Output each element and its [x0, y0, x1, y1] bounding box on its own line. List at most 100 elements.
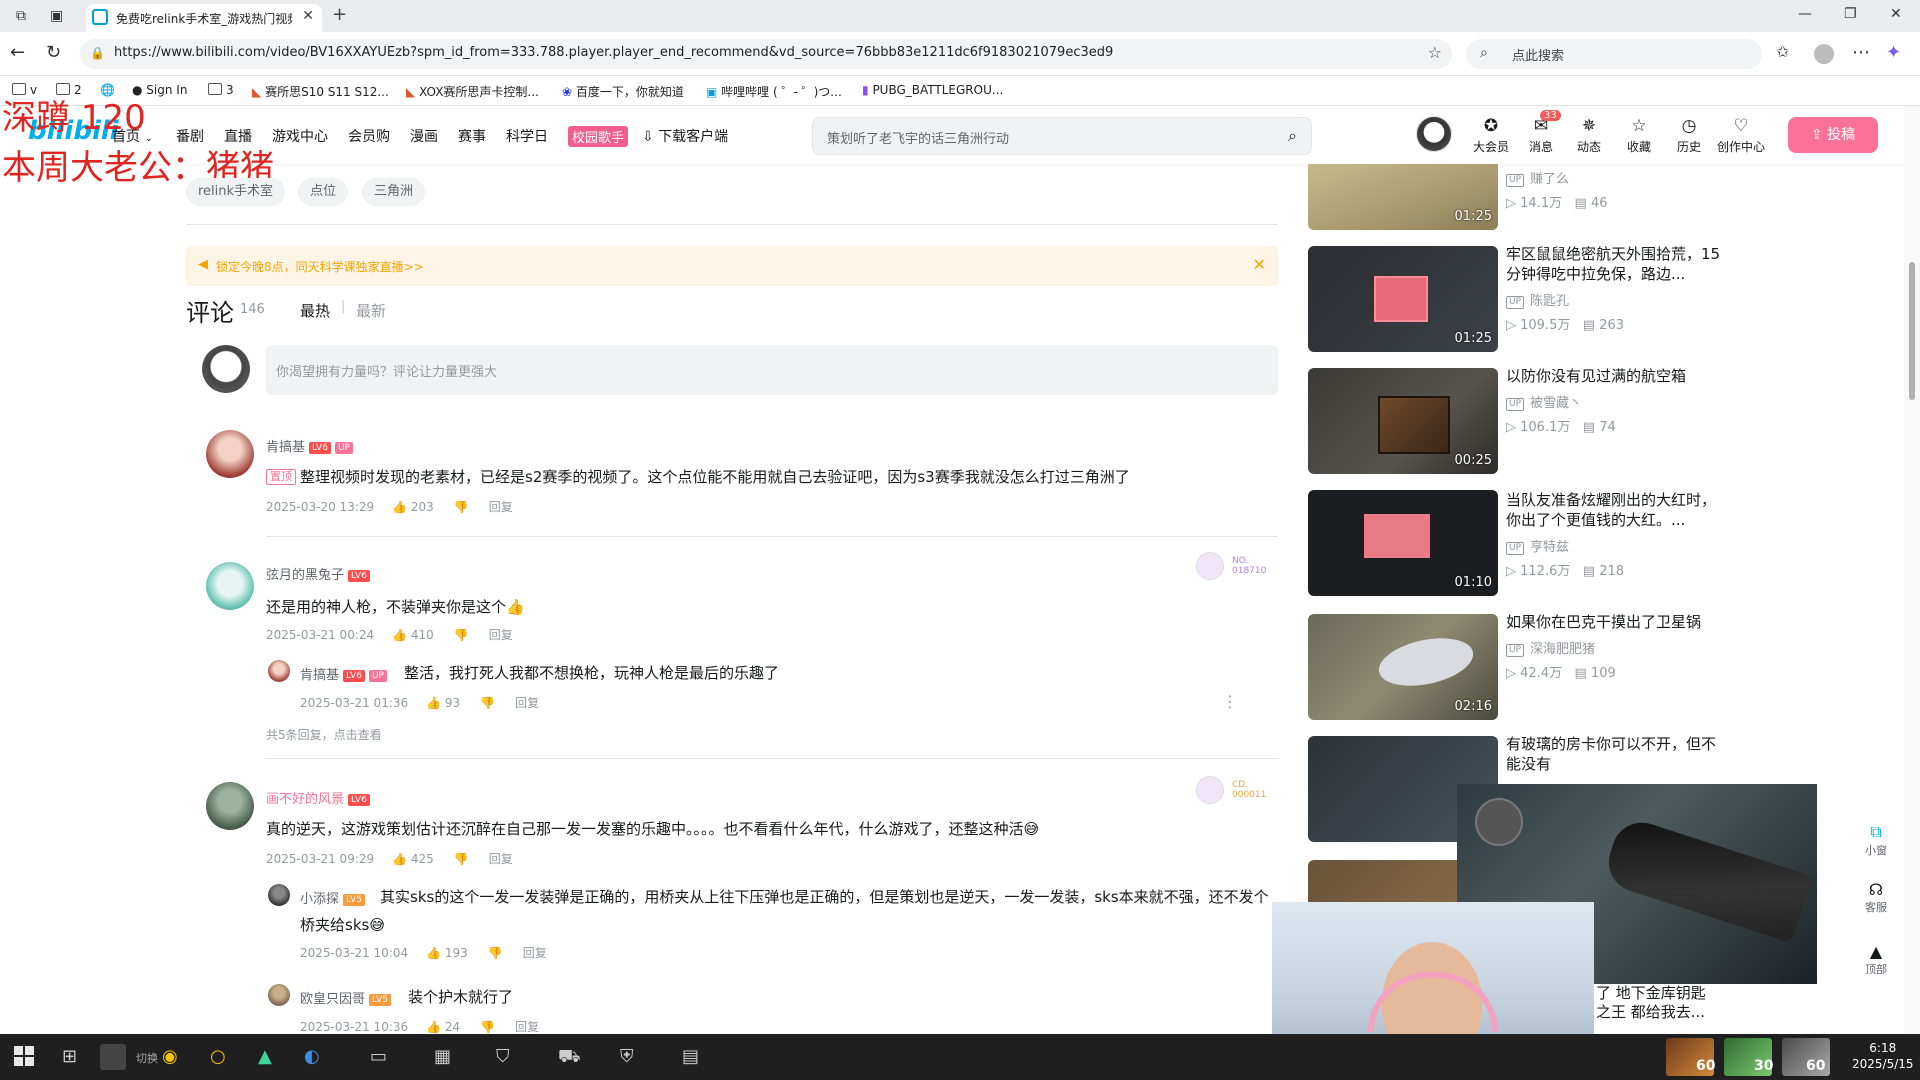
rec-uploader[interactable]: UP 深海肥肥猪	[1506, 638, 1595, 657]
like-button[interactable]: 👍 93	[426, 696, 460, 710]
reply-username[interactable]: 欧皇只因哥 LV5	[300, 988, 391, 1007]
notice-text[interactable]: 锁定今晚8点，同天科学课独家直播>>	[216, 258, 424, 275]
sort-new[interactable]: 最新	[356, 300, 386, 321]
rec-title[interactable]: 牢区鼠鼠绝密航天外围拾荒，15分钟得吃中拉免保，路边...	[1506, 244, 1724, 284]
nav-game-center[interactable]: 游戏中心	[272, 126, 328, 146]
tag-relink[interactable]: relink手术室	[186, 178, 286, 206]
reply-username[interactable]: 肯搞基 LV6 UP	[300, 664, 387, 683]
browser-tab-active[interactable]: 免费吃relink手术室_游戏热门视频 ✕	[86, 4, 322, 32]
taskbar-switch-label[interactable]: 切换	[136, 1050, 158, 1066]
rec-thumbnail[interactable]: 01:25	[1308, 164, 1498, 230]
comment-username[interactable]: 弦月的黑兔子 LV6	[266, 564, 370, 583]
nav-vip-shop[interactable]: 会员购	[348, 126, 390, 146]
taskbar-app-icon[interactable]: ○	[210, 1046, 226, 1067]
user-avatar[interactable]	[1416, 116, 1452, 152]
cart-icon[interactable]: ⛟	[558, 1046, 581, 1070]
avatar[interactable]	[206, 430, 254, 478]
upload-button[interactable]: ⇪ 投稿	[1788, 117, 1878, 153]
minimize-button[interactable]: —	[1798, 6, 1812, 22]
bookmark-bilibili[interactable]: ▣ 哔哩哔哩 ( ゜- ゜)つ...	[706, 83, 842, 100]
like-button[interactable]: 👍 410	[392, 628, 434, 642]
bookmark-folder-3[interactable]: 3	[208, 83, 234, 97]
bookmark-pubg[interactable]: ▮ PUBG_BATTLEGROU...	[862, 83, 1003, 97]
rec-uploader[interactable]: UP 被雪藏丶	[1506, 392, 1582, 411]
close-icon[interactable]: ✕	[1253, 255, 1266, 274]
refresh-icon[interactable]: ↻	[46, 42, 61, 63]
reply-username[interactable]: 小添探 LV5	[300, 888, 365, 907]
new-tab-button[interactable]: +	[332, 4, 347, 25]
avatar[interactable]	[268, 884, 290, 906]
notice-bar[interactable]: ◀ 锁定今晚8点，同天科学课独家直播>> ✕	[186, 246, 1278, 286]
reply-button[interactable]: 回复	[523, 946, 547, 960]
rec-partial-title[interactable]: 了 地下金库钥匙之王 都给我去...	[1596, 984, 1716, 1022]
tag-spot[interactable]: 点位	[298, 178, 349, 206]
nav-campus-singer[interactable]: 校园歌手	[568, 126, 629, 147]
reply-button[interactable]: 回复	[515, 696, 539, 710]
edge-browser-icon[interactable]: ◐	[304, 1046, 320, 1067]
avatar[interactable]	[206, 562, 254, 610]
header-history[interactable]: ◷ 历史	[1666, 116, 1712, 155]
nav-science-day[interactable]: 科学日	[506, 126, 548, 146]
sort-hot[interactable]: 最热	[300, 300, 330, 321]
like-button[interactable]: 👍 193	[426, 946, 468, 960]
clock[interactable]: 6:18 2025/5/15	[1852, 1040, 1914, 1072]
rec-uploader[interactable]: UP 亨特兹	[1506, 536, 1569, 555]
back-to-top-button[interactable]: ▲ 顶部	[1858, 942, 1894, 977]
tab-actions-icon[interactable]: ▣	[50, 0, 63, 32]
reply-button[interactable]: 回复	[489, 628, 513, 642]
more-options-icon[interactable]: ⋮	[1222, 692, 1238, 711]
nav-match[interactable]: 赛事	[458, 126, 486, 146]
rec-uploader[interactable]: UP 赚了么	[1506, 168, 1569, 187]
header-dynamic[interactable]: ✵ 动态	[1566, 116, 1612, 155]
chat-icon[interactable]: ▭	[370, 1046, 387, 1067]
restore-button[interactable]: ❐	[1844, 6, 1857, 22]
favorite-star-icon[interactable]: ☆	[1428, 43, 1442, 62]
comment-username[interactable]: 肯搞基 LV6 UP	[266, 436, 353, 455]
copilot-icon[interactable]: ✦	[1886, 42, 1901, 63]
comment-input[interactable]: 你渴望拥有力量吗？评论让力量更强大	[266, 345, 1278, 395]
avatar[interactable]	[268, 984, 290, 1006]
view-more-replies[interactable]: 共5条回复，点击查看	[266, 726, 382, 743]
workspaces-icon[interactable]: ⧉	[16, 0, 26, 32]
browser-search-field[interactable]: ⌕ 点此搜索	[1466, 39, 1762, 69]
customer-service-button[interactable]: ☊ 客服	[1858, 880, 1894, 915]
avatar[interactable]	[268, 660, 290, 682]
shield-icon[interactable]: ⛉	[496, 1046, 510, 1067]
rec-title[interactable]: 有玻璃的房卡你可以不开，但不能没有	[1506, 734, 1724, 774]
taskbar-app-icon[interactable]: ▲	[258, 1046, 272, 1067]
nav-download-client[interactable]: ⇩ 下载客户端	[642, 126, 728, 146]
close-window-button[interactable]: ✕	[1890, 6, 1902, 22]
taskbar-app-icon[interactable]: ▤	[682, 1046, 699, 1067]
rec-thumbnail[interactable]: 02:16	[1308, 614, 1498, 720]
header-vip[interactable]: ✪ 大会员	[1468, 116, 1514, 155]
nav-manga[interactable]: 漫画	[410, 126, 438, 146]
taskbar-app-icon[interactable]	[100, 1044, 126, 1070]
mini-window-button[interactable]: ⧉ 小窗	[1858, 822, 1894, 858]
header-creator[interactable]: ♡ 创作中心	[1714, 116, 1768, 155]
bookmark-baidu[interactable]: ❀ 百度一下，你就知道	[562, 83, 684, 100]
page-scrollbar[interactable]	[1904, 106, 1920, 1034]
windows-start-icon[interactable]	[14, 1046, 34, 1066]
task-view-icon[interactable]: ⊞	[62, 1046, 77, 1067]
dislike-icon[interactable]: 👎	[488, 946, 503, 960]
url-field[interactable]: 🔒 https://www.bilibili.com/video/BV16XXA…	[80, 39, 1452, 69]
reply-button[interactable]: 回复	[515, 1020, 539, 1034]
rec-title[interactable]: 以防你没有见过满的航空箱	[1506, 366, 1724, 386]
dislike-icon[interactable]: 👎	[454, 500, 469, 514]
favorites-icon[interactable]: ✩	[1776, 42, 1789, 61]
rec-thumbnail[interactable]: 00:25	[1308, 368, 1498, 474]
like-button[interactable]: 👍 24	[426, 1020, 460, 1034]
dislike-icon[interactable]: 👎	[480, 696, 495, 710]
rec-title[interactable]: 当队友准备炫耀刚出的大红时，你出了个更值钱的大红。...	[1506, 490, 1724, 530]
tab-close-icon[interactable]: ✕	[302, 8, 314, 24]
more-menu-icon[interactable]: ⋯	[1852, 42, 1870, 63]
dislike-icon[interactable]: 👎	[454, 852, 469, 866]
rec-uploader[interactable]: UP 陈匙孔	[1506, 290, 1569, 309]
like-button[interactable]: 👍 425	[392, 852, 434, 866]
taskbar-app-icon[interactable]: ⛨	[620, 1046, 634, 1067]
rec-thumbnail[interactable]: 01:10	[1308, 490, 1498, 596]
bili-search-field[interactable]: 策划听了老飞宇的话三角洲行动 ⌕	[812, 117, 1312, 155]
taskbar-app-icon[interactable]: ▦	[434, 1046, 451, 1067]
comment-username[interactable]: 画不好的风景 LV6	[266, 788, 370, 807]
header-message[interactable]: ✉ 消息	[1518, 116, 1564, 155]
